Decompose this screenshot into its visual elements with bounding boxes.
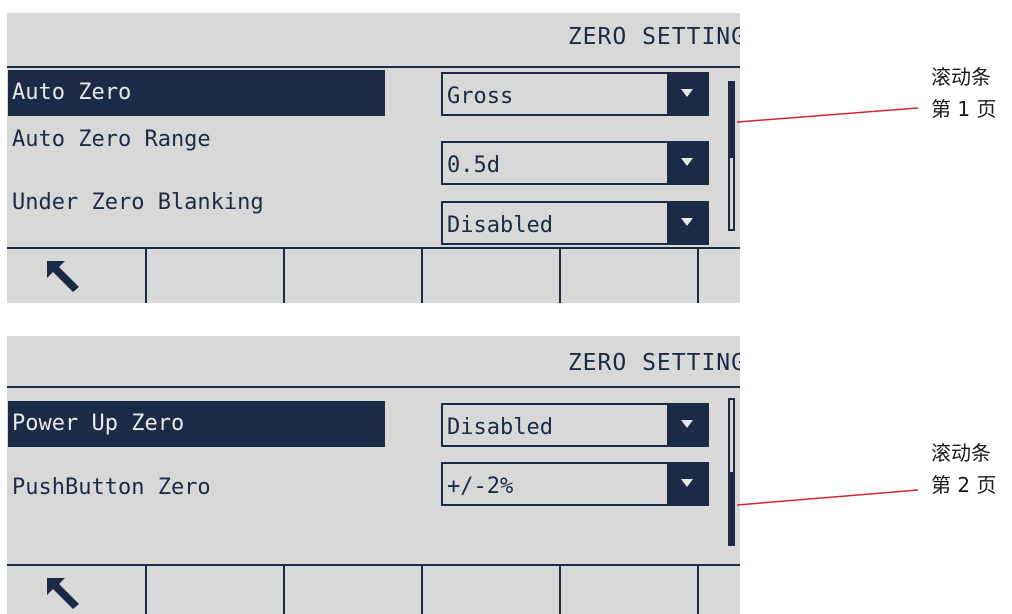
scrollbar-annotation-page-1: 滚动条 第 1 页	[931, 61, 996, 125]
annotation-line-1: 滚动条	[931, 65, 991, 89]
annotation-leader-lines	[736, 107, 919, 506]
annotation-line-1: 滚动条	[931, 441, 991, 465]
scrollbar-annotation-page-2: 滚动条 第 2 页	[931, 437, 996, 501]
annotation-line-2: 第 2 页	[931, 473, 997, 497]
annotation-line-2: 第 1 页	[931, 97, 997, 121]
